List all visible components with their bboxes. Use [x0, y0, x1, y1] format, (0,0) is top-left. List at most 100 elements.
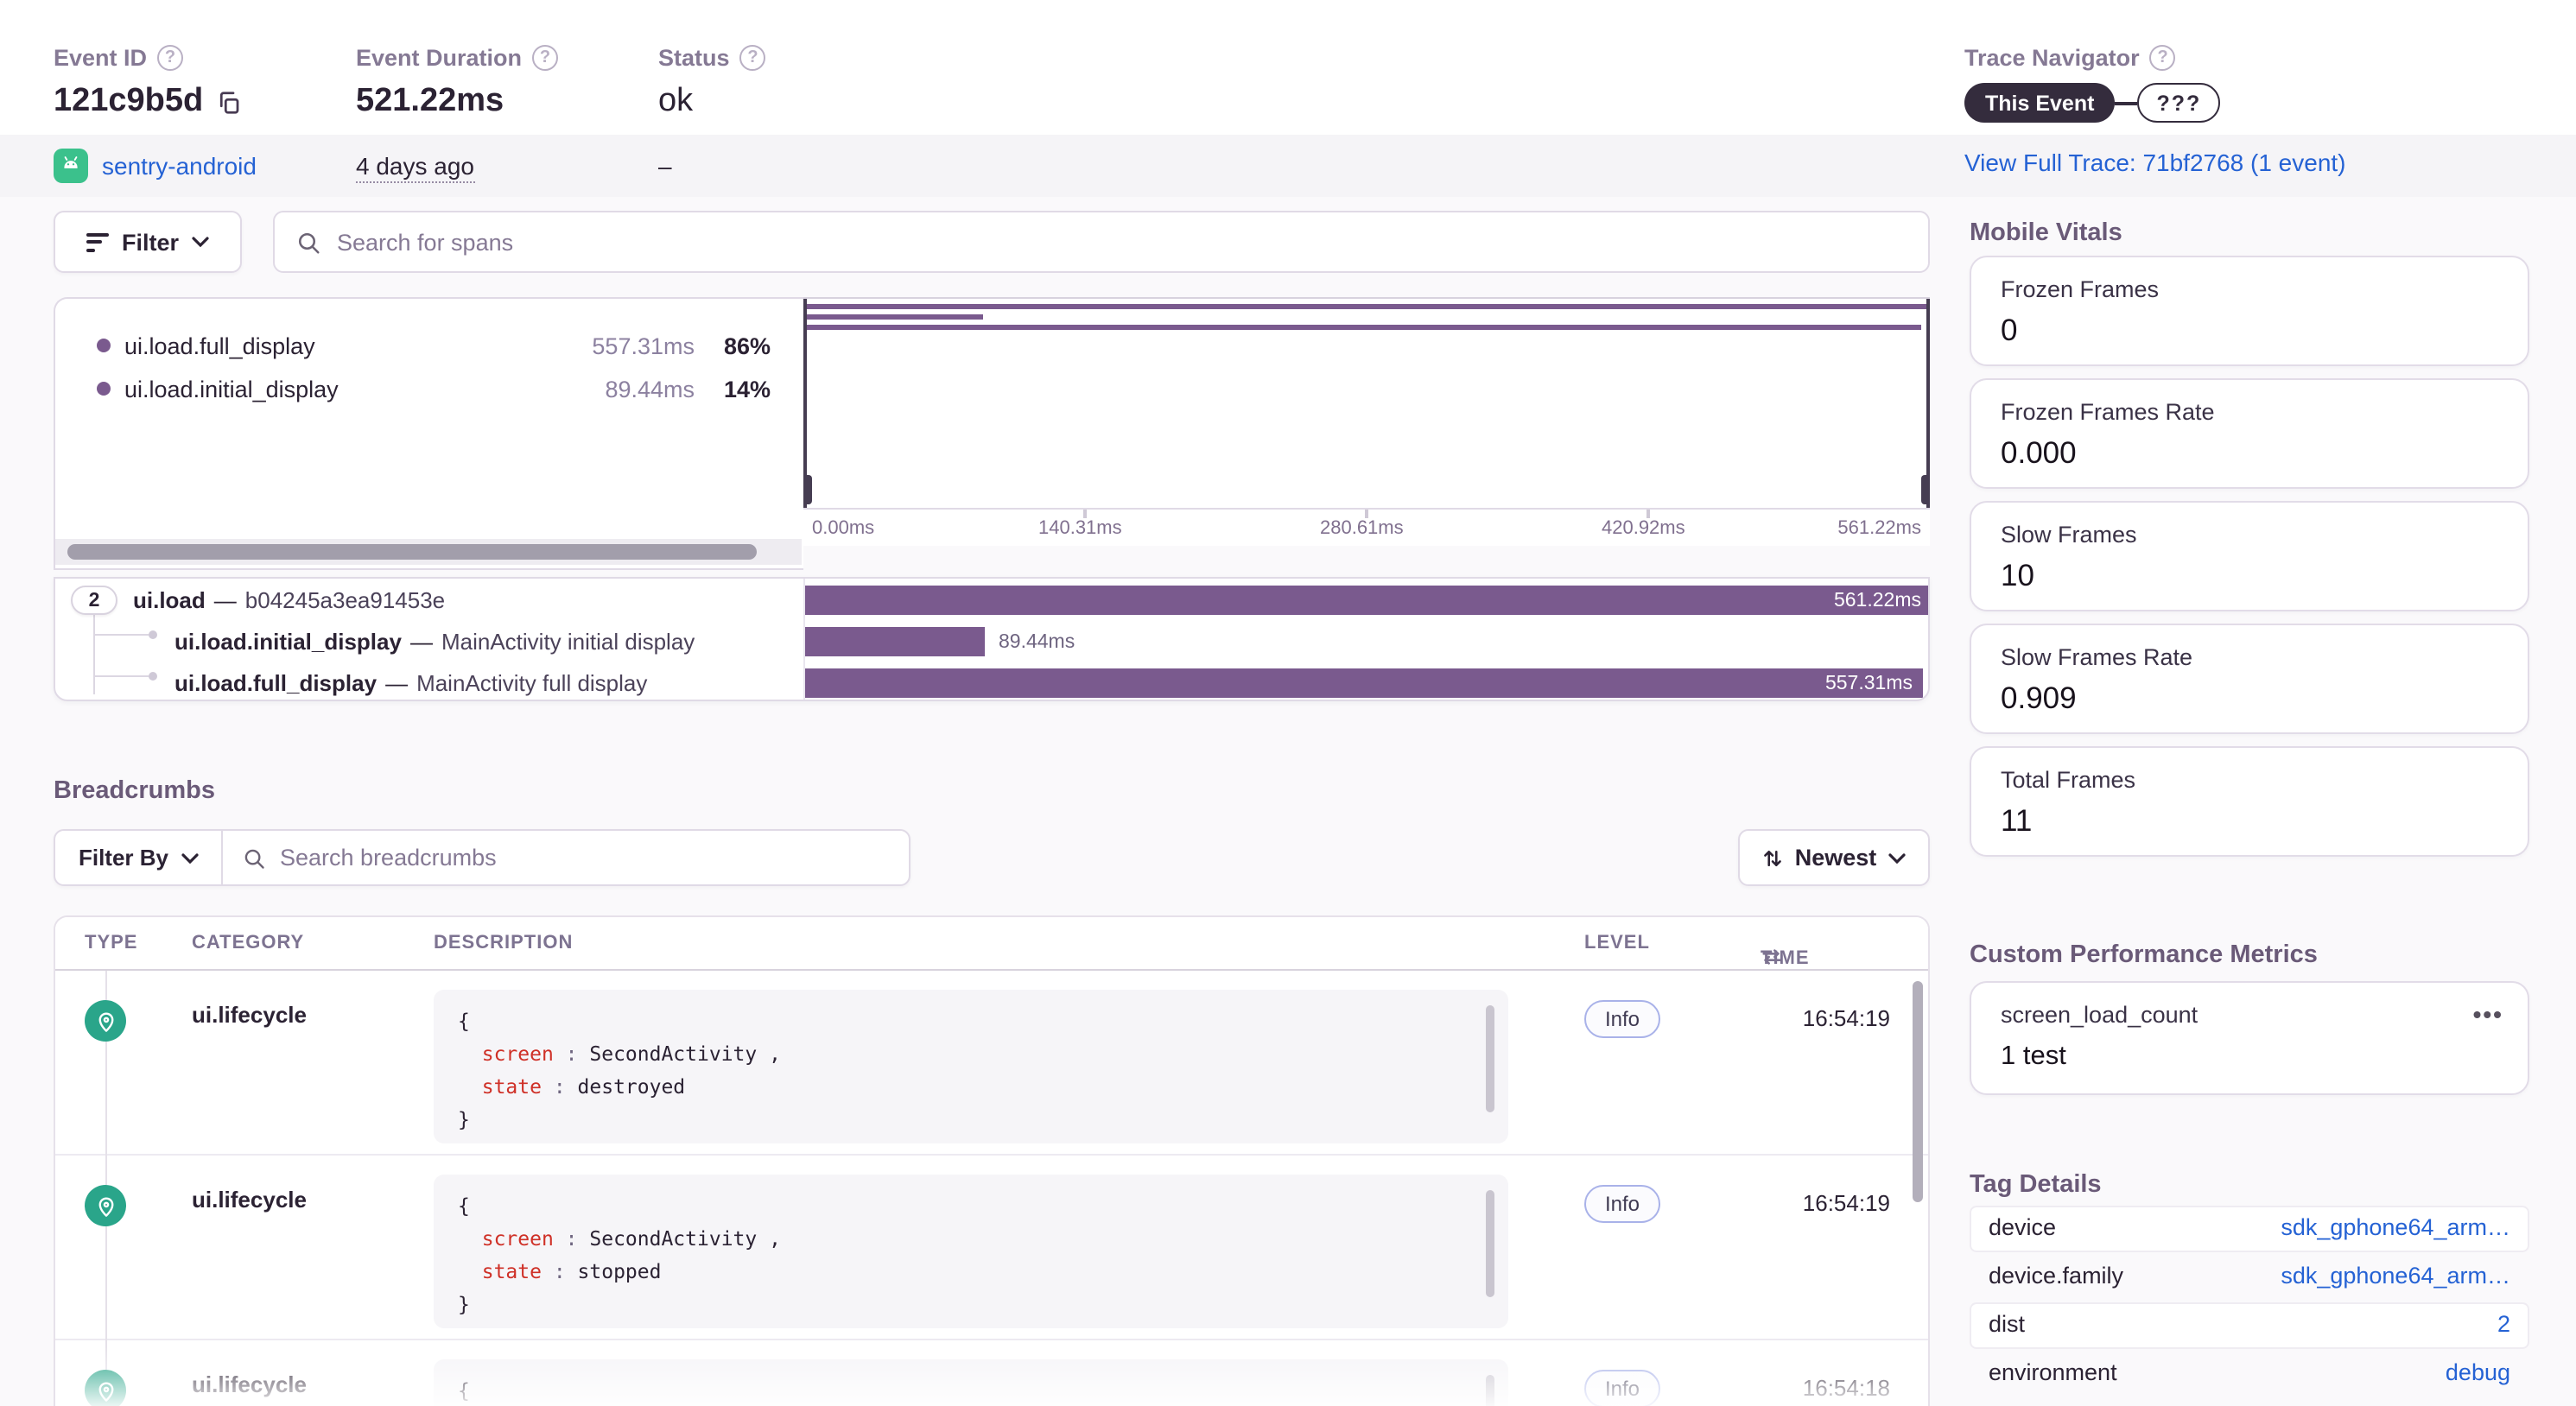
breadcrumb-sort-button[interactable]: Newest — [1738, 829, 1930, 886]
vital-card: Frozen Frames Rate 0.000 — [1970, 378, 2529, 489]
span-search-input[interactable] — [337, 229, 1907, 255]
help-icon[interactable]: ? — [739, 45, 766, 71]
column-type: TYPE — [85, 933, 138, 953]
event-duration-value: 521.22ms — [356, 83, 504, 119]
vital-value: 0.909 — [2001, 681, 2077, 715]
tag-key: dist — [1989, 1311, 2026, 1337]
legend-percent: 14% — [723, 376, 771, 402]
span-row-label[interactable]: ui.load — b04245a3ea91453e — [133, 587, 445, 613]
legend-item[interactable]: ui.load.full_display 557.31ms 86% — [55, 326, 805, 364]
breadcrumb-description[interactable]: { — [434, 1359, 1508, 1406]
breadcrumb-search-input[interactable] — [280, 845, 890, 871]
span-bar[interactable]: 561.22ms — [805, 586, 1928, 615]
help-icon[interactable]: ? — [532, 45, 559, 71]
event-age: 4 days ago — [356, 152, 474, 183]
timeline-line — [105, 971, 107, 1156]
tree-connector-dot — [149, 672, 157, 681]
status-label: Status — [658, 45, 730, 71]
horizontal-scrollbar[interactable] — [55, 539, 802, 565]
vital-card: Total Frames 11 — [1970, 746, 2529, 857]
axis-tick — [1646, 510, 1649, 518]
span-filter-button[interactable]: Filter — [54, 211, 242, 273]
code-scrollbar-thumb[interactable] — [1486, 1375, 1494, 1406]
this-event-pill[interactable]: This Event — [1964, 83, 2116, 123]
breadcrumb-filter-button[interactable]: Filter By — [55, 831, 223, 884]
vital-label: Total Frames — [2001, 767, 2136, 793]
span-bar[interactable] — [805, 627, 985, 656]
horizontal-scrollbar-thumb[interactable] — [67, 544, 757, 560]
axis-label: 420.92ms — [1602, 518, 1685, 539]
tree-connector — [93, 615, 95, 694]
status-value: ok — [658, 83, 694, 119]
tag-value-link[interactable]: sdk_gphone64_arm… — [2281, 1263, 2510, 1289]
metric-value: 1 test — [2001, 1042, 2066, 1071]
axis-label: 0.00ms — [812, 518, 875, 539]
trace-connector — [2115, 101, 2138, 104]
time-axis: 0.00ms 140.31ms 280.61ms 420.92ms 561.22… — [803, 508, 1930, 546]
code-scrollbar-thumb[interactable] — [1486, 1190, 1494, 1297]
chevron-down-icon — [181, 852, 198, 863]
android-project-icon — [54, 149, 88, 183]
help-icon[interactable]: ? — [2149, 45, 2176, 71]
breadcrumb-description[interactable]: { screen : SecondActivity , state : stop… — [434, 1175, 1508, 1328]
span-minimap[interactable] — [803, 297, 1930, 508]
span-filter-label: Filter — [121, 229, 179, 255]
span-legend-panel: ui.load.full_display 557.31ms 86% ui.loa… — [54, 297, 803, 570]
mobile-vitals-title: Mobile Vitals — [1970, 219, 2122, 247]
copy-icon[interactable] — [215, 89, 241, 115]
tag-row: device.family sdk_gphone64_arm… — [1970, 1254, 2529, 1301]
breadcrumbs-title: Breadcrumbs — [54, 777, 215, 805]
axis-tick — [1365, 510, 1367, 518]
tag-value-link[interactable]: debug — [2446, 1359, 2510, 1385]
axis-tick — [1083, 510, 1086, 518]
vital-label: Slow Frames — [2001, 522, 2137, 548]
vital-card: Slow Frames Rate 0.909 — [1970, 624, 2529, 734]
span-duration: 557.31ms — [1824, 673, 1913, 694]
span-children-count[interactable]: 2 — [71, 586, 117, 615]
help-icon[interactable]: ? — [157, 45, 184, 71]
breadcrumb-time: 16:54:19 — [1802, 1190, 1890, 1216]
span-search — [273, 211, 1930, 273]
tag-value-link[interactable]: sdk_gphone64_arm… — [2281, 1214, 2510, 1240]
unknown-trace-pill[interactable]: ??? — [2137, 83, 2221, 123]
status-label-row: Status ? — [658, 45, 766, 71]
minimap-bar — [803, 314, 983, 320]
custom-metric-card: screen_load_count ••• 1 test — [1970, 981, 2529, 1095]
legend-duration: 557.31ms — [592, 332, 695, 358]
breadcrumb-row: ui.lifecycle { screen : SecondActivity ,… — [55, 971, 1928, 1156]
legend-item[interactable]: ui.load.initial_display 89.44ms 14% — [55, 370, 805, 408]
code-scrollbar-thumb[interactable] — [1486, 1005, 1494, 1112]
status-sub: – — [658, 152, 672, 180]
overflow-menu-icon[interactable]: ••• — [2473, 1000, 2503, 1028]
chevron-down-icon — [191, 237, 208, 247]
legend-percent: 86% — [723, 332, 771, 358]
tag-key: device.family — [1989, 1263, 2124, 1289]
event-id-value-row: 121c9b5d — [54, 83, 241, 121]
trace-pills: This Event ??? — [1964, 83, 2221, 123]
span-row-label[interactable]: ui.load.full_display — MainActivity full d… — [174, 670, 647, 696]
breadcrumb-controls: Filter By — [54, 829, 910, 886]
viewport-right-handle[interactable] — [1921, 475, 1930, 504]
tag-value-link[interactable]: 2 — [2497, 1311, 2510, 1337]
filter-icon — [86, 232, 110, 251]
vital-card: Frozen Frames 0 — [1970, 256, 2529, 366]
view-full-trace-link[interactable]: View Full Trace: 71bf2768 (1 event) — [1964, 149, 2346, 176]
column-level: LEVEL — [1584, 933, 1650, 953]
axis-label: 561.22ms — [1837, 518, 1921, 539]
project-link[interactable]: sentry-android — [54, 149, 257, 183]
breadcrumb-category: ui.lifecycle — [192, 1371, 307, 1397]
legend-dot — [97, 382, 111, 396]
span-bar[interactable]: 557.31ms — [805, 668, 1923, 698]
location-pin-icon — [85, 1185, 126, 1226]
vital-value: 10 — [2001, 558, 2034, 592]
vital-value: 11 — [2001, 803, 2033, 838]
breadcrumb-time: 16:54:19 — [1802, 1005, 1890, 1031]
breadcrumb-description[interactable]: { screen : SecondActivity , state : dest… — [434, 990, 1508, 1143]
table-scrollbar-thumb[interactable] — [1913, 981, 1923, 1202]
span-duration: 561.22ms — [1833, 590, 1921, 611]
chevron-down-icon — [1888, 852, 1906, 863]
span-duration: 89.44ms — [999, 632, 1075, 653]
vital-value: 0.000 — [2001, 435, 2077, 470]
viewport-left-handle[interactable] — [803, 475, 812, 504]
span-row-label[interactable]: ui.load.initial_display — MainActivity ini… — [174, 629, 695, 655]
